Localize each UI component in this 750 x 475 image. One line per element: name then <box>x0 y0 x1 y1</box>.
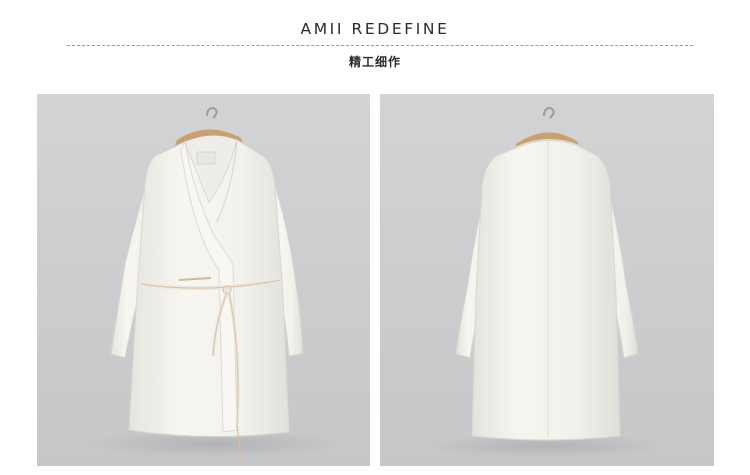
header-subtitle: 精工细作 <box>348 55 401 69</box>
header-divider <box>67 45 693 46</box>
header-title: AMII REDEFINE <box>300 20 450 38</box>
coat-front-illustration <box>37 94 370 466</box>
product-photo-back <box>380 94 714 466</box>
product-photo-front <box>37 94 370 466</box>
coat-back-illustration <box>380 94 714 466</box>
